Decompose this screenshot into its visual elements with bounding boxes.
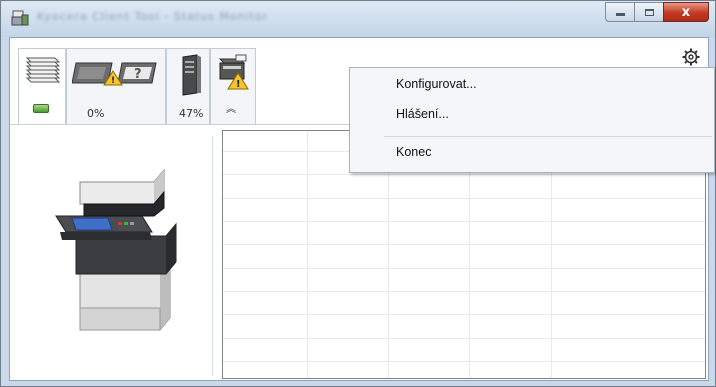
svg-text:!: ! bbox=[236, 79, 241, 90]
grid-row-line bbox=[223, 174, 705, 175]
gear-icon[interactable] bbox=[682, 48, 700, 66]
close-icon: x bbox=[681, 4, 691, 20]
collapse-toolbar-button[interactable]: ︽ bbox=[226, 100, 236, 115]
grid-column-line bbox=[307, 131, 308, 378]
grid-row-line bbox=[223, 244, 705, 245]
caption-buttons: x bbox=[605, 2, 709, 22]
status-led-icon bbox=[33, 104, 49, 113]
grid-row-line bbox=[223, 338, 705, 339]
printer-app-icon bbox=[11, 10, 29, 26]
tray-warning-icon: ! bbox=[218, 54, 249, 90]
menu-item-configure[interactable]: Konfigurovat... bbox=[396, 77, 477, 91]
multifunction-printer-image bbox=[55, 168, 177, 331]
grid-row-line bbox=[223, 291, 705, 292]
toner-level-label: 0% bbox=[87, 107, 105, 120]
paper-level-icon bbox=[182, 54, 201, 96]
status-monitor-window: Kyocera Client Tool - Status Monitor x ?… bbox=[0, 0, 716, 387]
svg-text:!: ! bbox=[111, 76, 115, 86]
title-bar[interactable]: Kyocera Client Tool - Status Monitor x bbox=[1, 1, 715, 37]
pane-splitter[interactable] bbox=[212, 136, 213, 376]
close-button[interactable]: x bbox=[663, 2, 709, 22]
svg-text:?: ? bbox=[134, 67, 142, 82]
paper-level-label: 47% bbox=[179, 107, 204, 120]
menu-separator bbox=[384, 136, 712, 137]
maximize-button[interactable] bbox=[634, 2, 663, 22]
grid-row-line bbox=[223, 361, 705, 362]
menu-item-report[interactable]: Hlášení... bbox=[396, 107, 449, 121]
grid-row-line bbox=[223, 198, 705, 199]
context-menu: Konfigurovat... Hlášení... Konec bbox=[349, 67, 715, 173]
tab-printer-status[interactable] bbox=[18, 48, 66, 125]
minimize-button[interactable] bbox=[605, 2, 634, 22]
minimize-icon bbox=[615, 13, 625, 16]
grid-row-line bbox=[223, 314, 705, 315]
tab-paper[interactable]: 47% bbox=[166, 48, 210, 125]
maximize-icon bbox=[644, 8, 654, 16]
printer-status-icon bbox=[25, 57, 61, 83]
device-image-pane bbox=[10, 126, 215, 380]
menu-item-exit[interactable]: Konec bbox=[396, 145, 431, 159]
window-title: Kyocera Client Tool - Status Monitor bbox=[37, 10, 269, 23]
toner-warning-icon: ? ! bbox=[72, 62, 157, 86]
grid-row-line bbox=[223, 221, 705, 222]
tab-toner[interactable]: ? ! 0% bbox=[66, 48, 166, 125]
grid-row-line bbox=[223, 268, 705, 269]
